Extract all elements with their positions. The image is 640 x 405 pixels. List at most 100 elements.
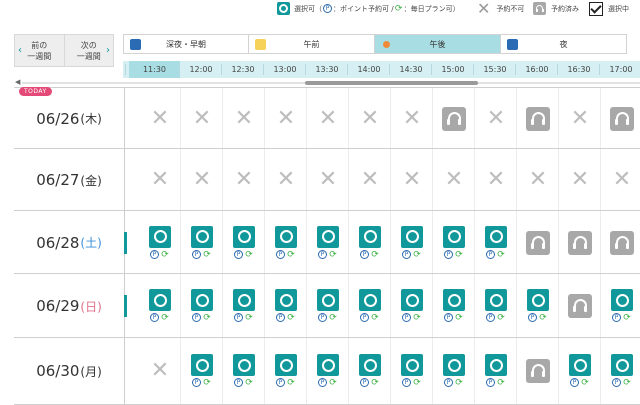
legend-booked-label: 予約済み	[551, 4, 579, 13]
available-icon[interactable]	[401, 289, 423, 311]
partial-available-slot[interactable]	[124, 211, 128, 274]
day-of-week: (土)	[80, 236, 102, 250]
slot-cell[interactable]: P ⟳	[223, 274, 265, 338]
time-slot-label: 15:30	[483, 65, 507, 74]
checkbox-icon	[589, 2, 603, 16]
slot-cell[interactable]: P ⟳	[601, 338, 640, 404]
slot-cell[interactable]: P ⟳	[223, 338, 265, 404]
slot-cell[interactable]: P ⟳	[307, 274, 349, 338]
period-tab-3[interactable]: 夜	[501, 34, 627, 54]
slot-options: P ⟳	[612, 378, 632, 388]
renew-icon: ⟳	[455, 378, 463, 388]
available-icon[interactable]	[359, 289, 381, 311]
available-icon[interactable]	[275, 354, 297, 376]
available-icon[interactable]	[191, 354, 213, 376]
slot-cell[interactable]: P ⟳	[475, 274, 517, 338]
unavailable-icon: ✕	[360, 105, 380, 131]
available-icon[interactable]	[401, 225, 423, 248]
period-tab-2[interactable]: 午後	[375, 34, 501, 54]
slot-cell[interactable]: P ⟳	[139, 274, 181, 338]
slot-cell	[559, 274, 601, 338]
slot-cell[interactable]: P ⟳	[433, 211, 475, 274]
scroll-left-arrow-icon[interactable]: ◀	[15, 78, 20, 86]
available-icon[interactable]	[191, 289, 213, 311]
slot-cell[interactable]: P ⟳	[349, 338, 391, 404]
available-icon[interactable]	[569, 354, 591, 376]
point-icon: P	[276, 313, 285, 322]
available-icon[interactable]	[527, 289, 549, 311]
available-icon[interactable]	[233, 225, 255, 248]
renew-icon: ⟳	[455, 249, 463, 260]
row-date: 06/29 (日)	[14, 274, 124, 338]
slot-cell[interactable]: P ⟳	[139, 211, 181, 274]
slot-cell[interactable]: P ⟳	[181, 211, 223, 274]
available-icon[interactable]	[317, 289, 339, 311]
unavailable-icon: ✕	[150, 167, 170, 192]
slot-cell[interactable]: P ⟳	[181, 338, 223, 404]
slot-cell: ✕	[307, 88, 349, 149]
slot-options: P ⟳	[486, 249, 506, 260]
available-icon[interactable]	[611, 354, 633, 376]
available-icon[interactable]	[233, 289, 255, 311]
available-icon[interactable]	[317, 225, 339, 248]
available-icon[interactable]	[149, 225, 171, 248]
point-icon: P	[486, 378, 495, 387]
slot-cell[interactable]: P ⟳	[391, 274, 433, 338]
slot-cell[interactable]: P ⟳	[265, 211, 307, 274]
partial-available-slot[interactable]	[124, 274, 128, 338]
renew-icon: ⟳	[329, 378, 337, 388]
period-tab-1[interactable]: 午前	[249, 34, 375, 54]
available-icon[interactable]	[485, 289, 507, 311]
slot-options: P ⟳	[360, 378, 380, 388]
slot-cell[interactable]: P ⟳	[601, 274, 640, 338]
slot-cell[interactable]: P ⟳	[475, 211, 517, 274]
point-icon: P	[192, 378, 201, 387]
slot-cell[interactable]: P ⟳	[181, 274, 223, 338]
slot-cell[interactable]: P ⟳	[391, 211, 433, 274]
row-divider	[124, 338, 125, 404]
slot-cell: ✕	[181, 149, 223, 211]
slot-options: P ⟳	[444, 313, 464, 323]
point-icon: P	[234, 313, 243, 322]
point-icon: P	[234, 249, 243, 259]
slot-cell[interactable]: P ⟳	[223, 211, 265, 274]
slot-cell[interactable]: P ⟳	[559, 338, 601, 404]
available-icon[interactable]	[359, 225, 381, 248]
prev-week-button[interactable]: ‹ 前の 一週間	[15, 35, 64, 66]
slot-cell[interactable]: P ⟳	[349, 211, 391, 274]
available-icon[interactable]	[611, 289, 633, 311]
available-icon[interactable]	[443, 354, 465, 376]
horizontal-scrollbar[interactable]: ◀	[14, 78, 640, 87]
next-week-button[interactable]: 次の 一週間 ›	[63, 35, 114, 66]
time-slot-label: 16:30	[567, 65, 591, 74]
available-icon[interactable]	[443, 289, 465, 311]
slot-cell[interactable]: P ⟳	[307, 338, 349, 404]
slot-cell[interactable]: P ⟳	[307, 211, 349, 274]
point-icon: P	[323, 4, 332, 13]
time-slot-label: 11:30	[129, 61, 180, 78]
slot-cell	[559, 211, 601, 274]
available-icon[interactable]	[401, 354, 423, 376]
slot-cell[interactable]: P ⟳	[433, 274, 475, 338]
available-icon[interactable]	[275, 289, 297, 311]
available-icon[interactable]	[317, 354, 339, 376]
slot-cell[interactable]: P ⟳	[265, 274, 307, 338]
available-icon[interactable]	[485, 354, 507, 376]
unavailable-icon: ✕	[570, 167, 590, 192]
available-icon[interactable]	[359, 354, 381, 376]
available-icon[interactable]	[275, 225, 297, 248]
slot-cell[interactable]: P ⟳	[349, 274, 391, 338]
slot-cell[interactable]: P ⟳	[517, 274, 559, 338]
slot-cell[interactable]: P ⟳	[475, 338, 517, 404]
scroll-thumb[interactable]	[305, 81, 478, 85]
slot-cell[interactable]: P ⟳	[433, 338, 475, 404]
available-icon[interactable]	[149, 289, 171, 311]
available-icon[interactable]	[191, 225, 213, 248]
available-icon[interactable]	[485, 225, 507, 248]
available-icon[interactable]	[233, 354, 255, 376]
available-icon[interactable]	[443, 225, 465, 248]
slot-cell[interactable]: P ⟳	[391, 338, 433, 404]
renew-icon: ⟳	[161, 249, 169, 260]
period-tab-0[interactable]: 深夜・早朝	[123, 34, 249, 54]
slot-cell[interactable]: P ⟳	[265, 338, 307, 404]
